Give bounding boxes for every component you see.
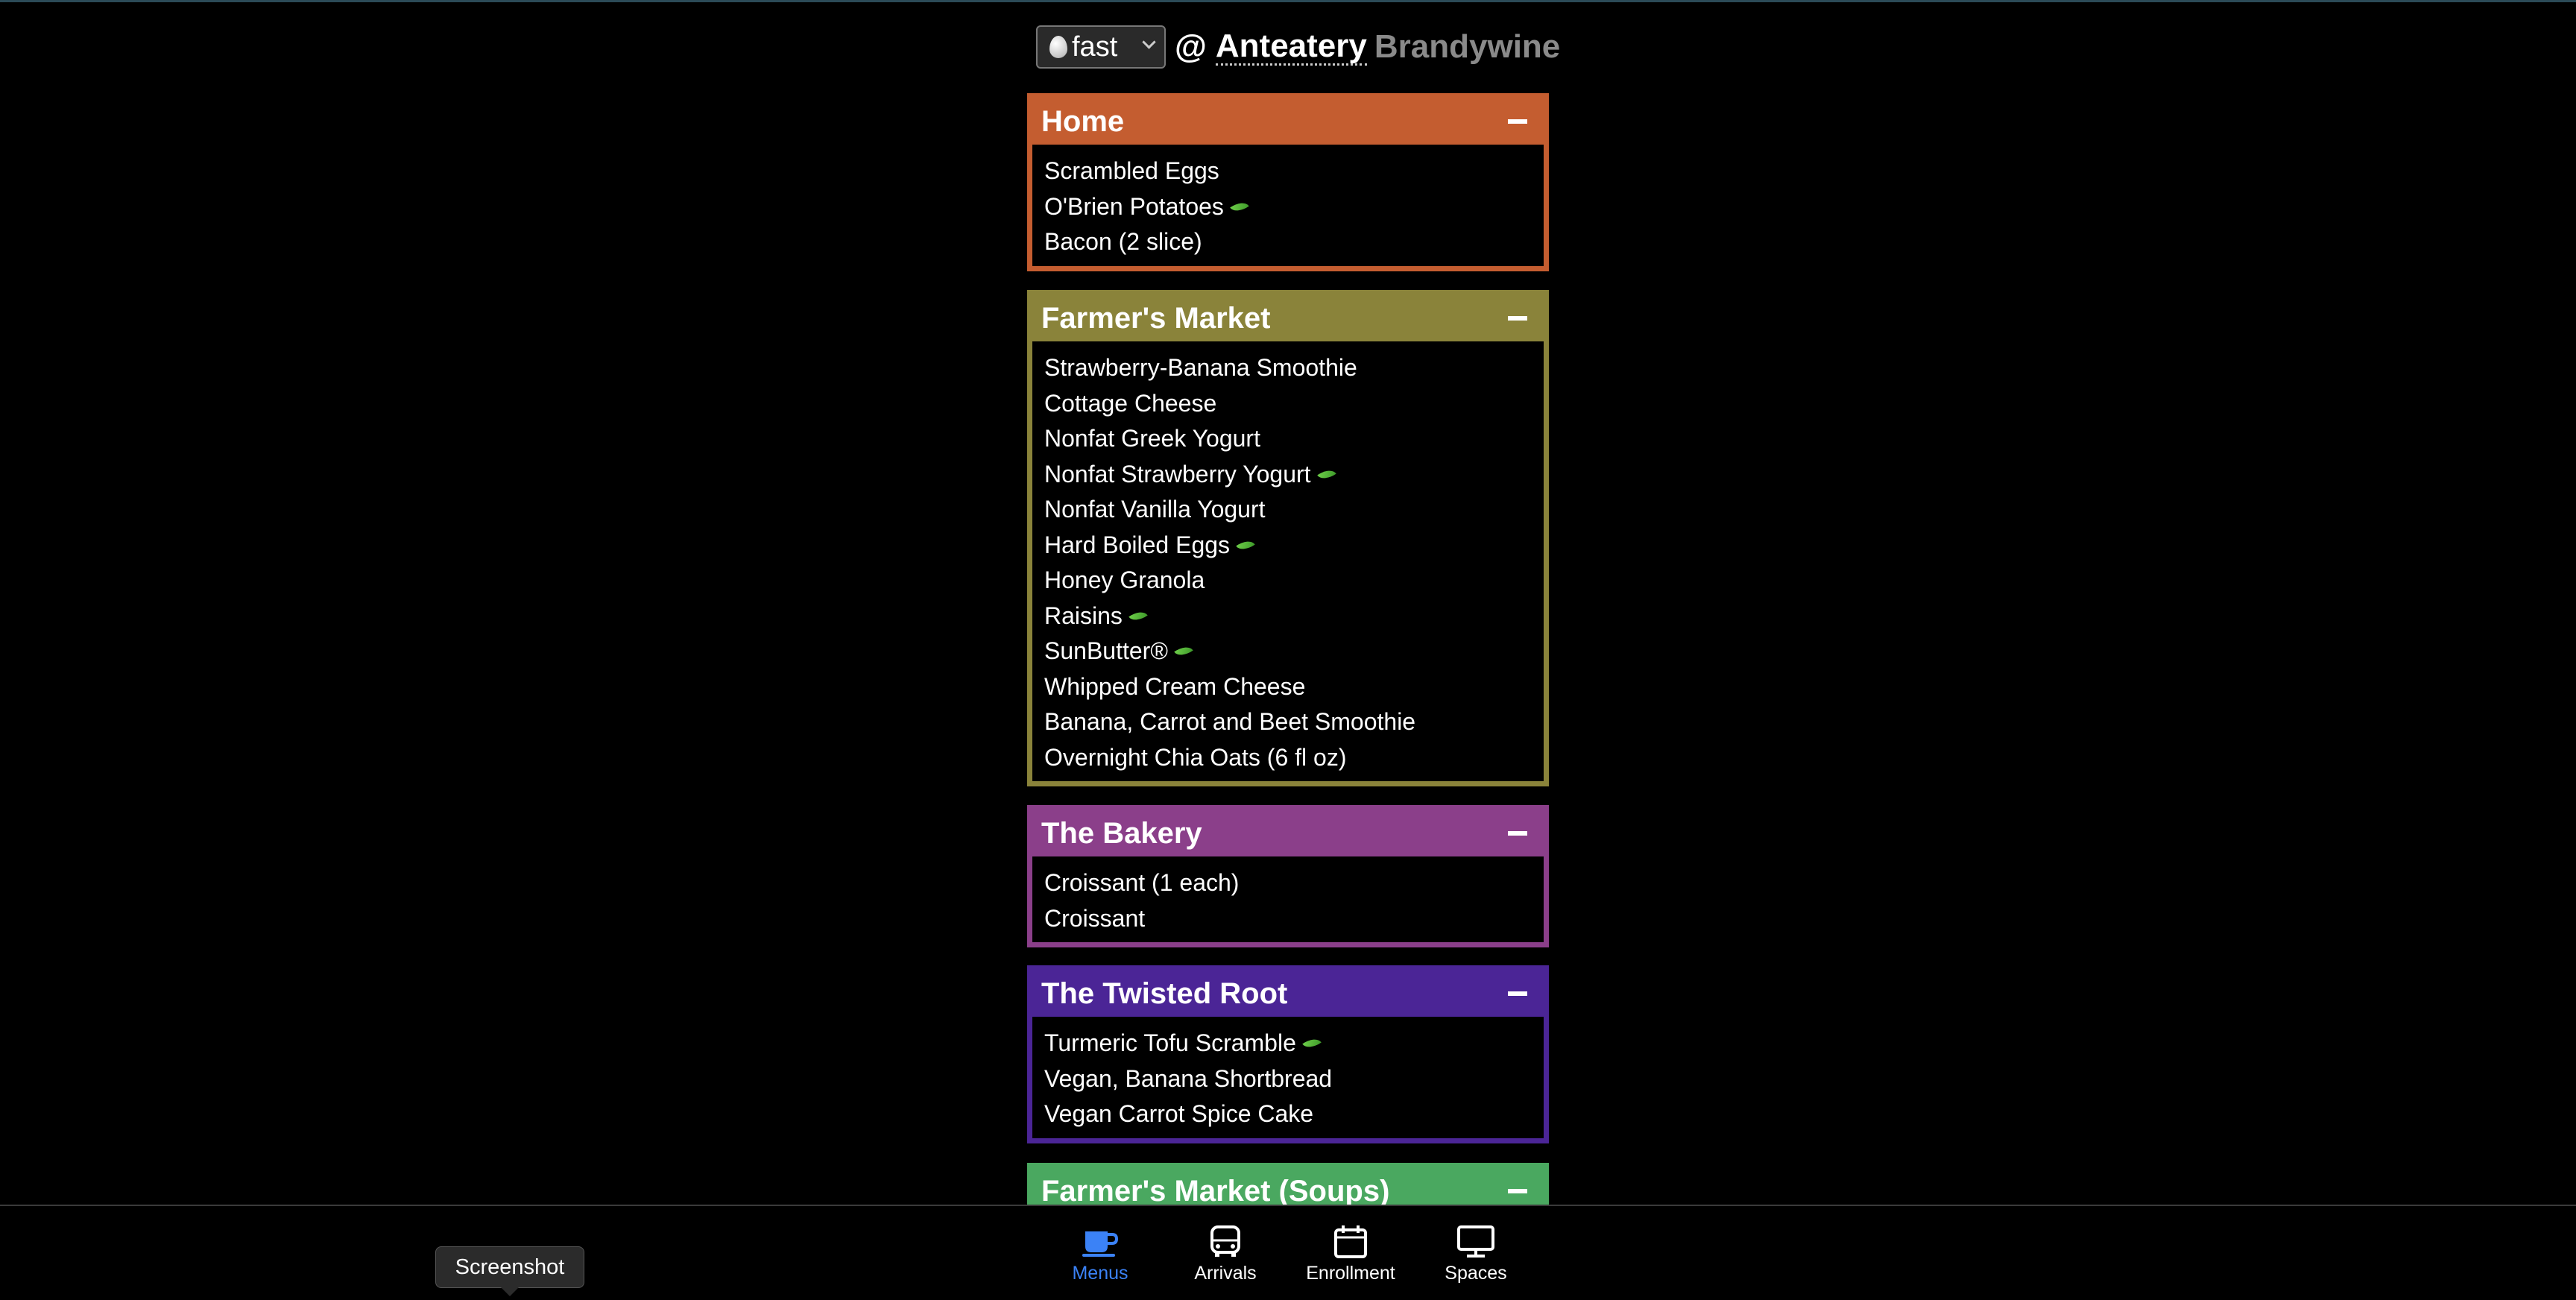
top-rule — [0, 0, 2576, 2]
vegetarian-leaf-icon — [1302, 1035, 1322, 1053]
hall-alt-link[interactable]: Brandywine — [1374, 28, 1560, 66]
collapse-icon[interactable] — [1508, 316, 1527, 321]
menu-item[interactable]: Vegan, Banana Shortbread — [1044, 1061, 1532, 1097]
at-sign: @ — [1175, 28, 1207, 65]
egg-icon — [1049, 36, 1067, 58]
station-title: Farmer's Market — [1041, 301, 1271, 335]
menu-item[interactable]: Croissant — [1044, 901, 1532, 937]
menu-item[interactable]: SunButter® — [1044, 634, 1532, 669]
menu-item[interactable]: Whipped Cream Cheese — [1044, 669, 1532, 705]
tab-menus[interactable]: Menus — [1041, 1224, 1160, 1284]
vegetarian-leaf-icon — [1128, 607, 1148, 625]
station-title: Home — [1041, 104, 1125, 138]
tab-label: Arrivals — [1194, 1263, 1257, 1284]
station-card: Home Scrambled Eggs O'Brien Potatoes Bac… — [1027, 93, 1549, 271]
menu-item[interactable]: Hard Boiled Eggs — [1044, 528, 1532, 564]
menu-item[interactable]: Banana, Carrot and Beet Smoothie — [1044, 704, 1532, 740]
station-header[interactable]: Farmer's Market (Soups) — [1032, 1168, 1544, 1205]
chevron-down-icon — [1142, 35, 1156, 49]
station-header[interactable]: The Twisted Root — [1032, 971, 1544, 1017]
menu-item[interactable]: Cottage Cheese — [1044, 386, 1532, 422]
meal-select-value: fast — [1072, 31, 1118, 63]
coffee-cup-icon — [1082, 1231, 1119, 1257]
hall-name-link[interactable]: Anteatery — [1215, 28, 1367, 66]
tooltip-caret — [501, 1287, 519, 1296]
tab-label: Enrollment — [1306, 1263, 1395, 1284]
page-header: fast @ Anteatery Brandywine — [1036, 24, 1560, 70]
tab-label: Spaces — [1445, 1263, 1507, 1284]
tab-label: Menus — [1072, 1263, 1128, 1284]
station-items: Turmeric Tofu Scramble Vegan, Banana Sho… — [1032, 1017, 1544, 1138]
menu-item[interactable]: Scrambled Eggs — [1044, 154, 1532, 189]
menu-item[interactable]: Strawberry-Banana Smoothie — [1044, 350, 1532, 386]
bus-icon — [1210, 1225, 1240, 1257]
menu-item[interactable]: Turmeric Tofu Scramble — [1044, 1026, 1532, 1061]
station-header[interactable]: The Bakery — [1032, 810, 1544, 856]
menu-item[interactable]: Nonfat Greek Yogurt — [1044, 421, 1532, 457]
menu-item[interactable]: Honey Granola — [1044, 563, 1532, 599]
menu-item[interactable]: Croissant (1 each) — [1044, 865, 1532, 901]
vegetarian-leaf-icon — [1316, 465, 1336, 483]
collapse-icon[interactable] — [1508, 991, 1527, 996]
station-items: Croissant (1 each) Croissant — [1032, 856, 1544, 942]
menu-item[interactable]: Raisins — [1044, 599, 1532, 634]
collapse-icon[interactable] — [1508, 831, 1527, 836]
menu-item[interactable]: Vegan Carrot Spice Cake — [1044, 1097, 1532, 1132]
menu-item[interactable]: O'Brien Potatoes — [1044, 189, 1532, 225]
menu-item[interactable]: Overnight Chia Oats (6 fl oz) — [1044, 740, 1532, 776]
tab-enrollment[interactable]: Enrollment — [1291, 1224, 1410, 1284]
collapse-icon[interactable] — [1508, 1189, 1527, 1193]
tab-spaces[interactable]: Spaces — [1416, 1224, 1535, 1284]
station-header[interactable]: Farmer's Market — [1032, 295, 1544, 341]
station-card: The Bakery Croissant (1 each) Croissant — [1027, 805, 1549, 947]
station-items: Strawberry-Banana Smoothie Cottage Chees… — [1032, 341, 1544, 781]
monitor-icon — [1457, 1225, 1494, 1258]
collapse-icon[interactable] — [1508, 119, 1527, 124]
station-header[interactable]: Home — [1032, 98, 1544, 145]
bottom-nav: Menus Arrivals Enrollment Spaces — [0, 1205, 2576, 1300]
vegetarian-leaf-icon — [1236, 536, 1255, 554]
calendar-icon — [1334, 1225, 1367, 1258]
station-title: The Bakery — [1041, 816, 1202, 850]
station-card: The Twisted Root Turmeric Tofu Scramble … — [1027, 965, 1549, 1143]
station-title: The Twisted Root — [1041, 976, 1288, 1010]
station-items: Scrambled Eggs O'Brien Potatoes Bacon (2… — [1032, 145, 1544, 266]
station-title: Farmer's Market (Soups) — [1041, 1174, 1390, 1205]
menu-item[interactable]: Bacon (2 slice) — [1044, 224, 1532, 260]
station-card: Farmer's Market (Soups) — [1027, 1163, 1549, 1205]
menu-item[interactable]: Nonfat Strawberry Yogurt — [1044, 457, 1532, 493]
menu-item[interactable]: Nonfat Vanilla Yogurt — [1044, 492, 1532, 528]
vegetarian-leaf-icon — [1230, 198, 1249, 215]
tab-arrivals[interactable]: Arrivals — [1166, 1224, 1285, 1284]
vegetarian-leaf-icon — [1174, 643, 1193, 660]
screenshot-tooltip: Screenshot — [435, 1246, 584, 1288]
station-card: Farmer's Market Strawberry-Banana Smooth… — [1027, 290, 1549, 786]
meal-select[interactable]: fast — [1036, 25, 1166, 69]
